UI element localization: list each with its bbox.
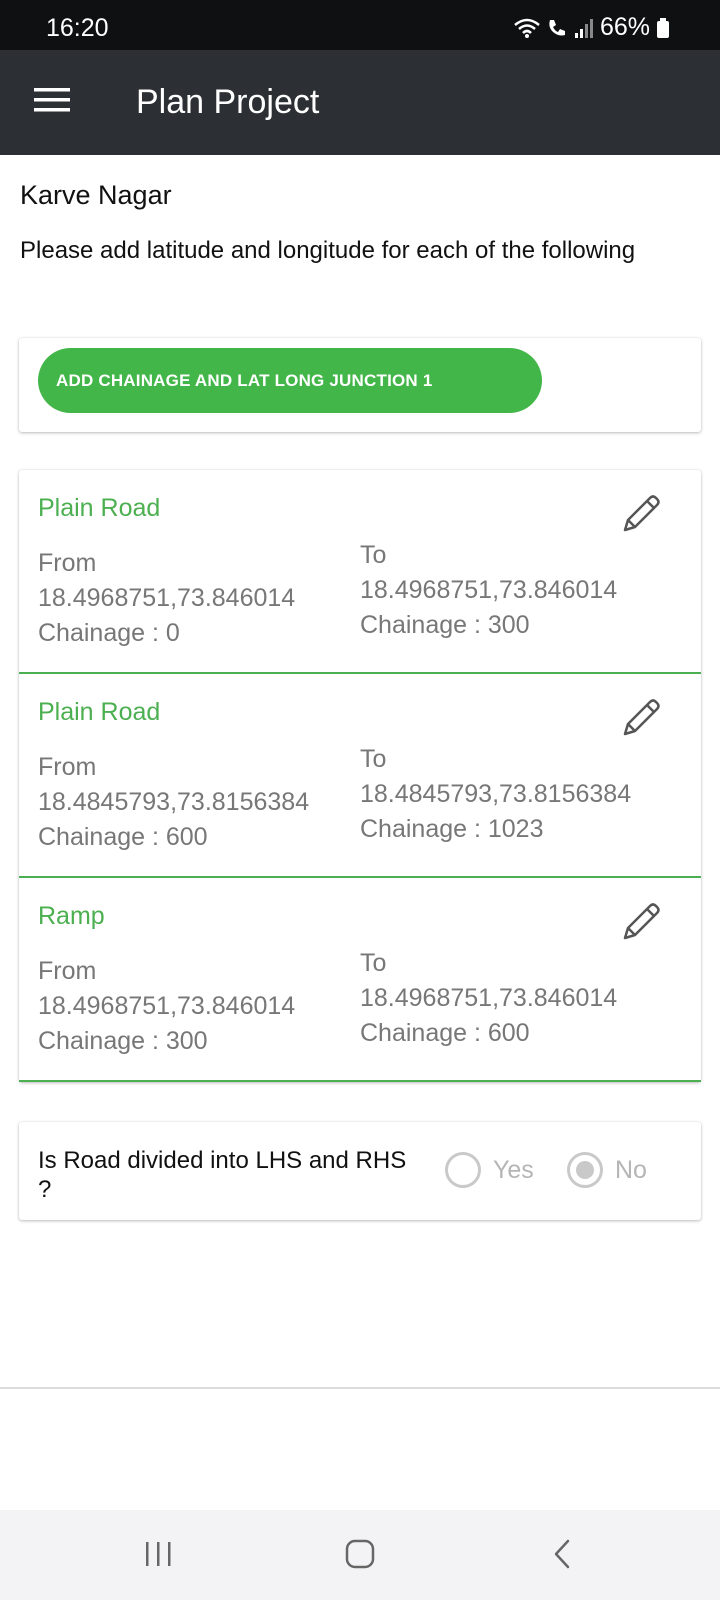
battery-icon xyxy=(656,17,670,39)
radio-no[interactable]: No xyxy=(567,1152,647,1188)
recents-button[interactable] xyxy=(128,1534,188,1578)
from-coordinates: 18.4968751,73.846014 xyxy=(38,992,296,1020)
to-coordinates: 18.4968751,73.846014 xyxy=(360,576,618,604)
segment-item: Plain Road From 18.4968751,73.846014 Cha… xyxy=(19,470,701,674)
radio-yes-circle[interactable] xyxy=(445,1152,481,1188)
segment-to: To 18.4968751,73.846014 Chainage : 600 xyxy=(360,946,680,1051)
segment-item: Ramp From 18.4968751,73.846014 Chainage … xyxy=(19,878,701,1082)
to-label: To xyxy=(360,541,387,569)
signal-icon xyxy=(574,17,594,39)
from-coordinates: 18.4845793,73.8156384 xyxy=(38,788,310,816)
from-label: From xyxy=(38,957,97,985)
system-nav-bar xyxy=(0,1510,720,1600)
wifi-call-icon xyxy=(546,17,568,39)
road-divided-question: Is Road divided into LHS and RHS ? xyxy=(38,1147,407,1203)
segment-type: Ramp xyxy=(38,902,105,930)
status-icons: 66% xyxy=(514,13,670,42)
project-name: Karve Nagar xyxy=(20,180,172,210)
instructions-text: Please add latitude and longitude for ea… xyxy=(20,237,636,264)
segment-from: From 18.4968751,73.846014 Chainage : 300 xyxy=(38,954,358,1059)
segment-to: To 18.4845793,73.8156384 Chainage : 1023 xyxy=(360,742,680,847)
edit-pencil-icon[interactable] xyxy=(619,696,663,740)
home-button[interactable] xyxy=(330,1534,390,1578)
segment-from: From 18.4845793,73.8156384 Chainage : 60… xyxy=(38,750,358,855)
wifi-icon xyxy=(514,17,540,39)
radio-no-circle[interactable] xyxy=(567,1152,603,1188)
from-coordinates: 18.4968751,73.846014 xyxy=(38,584,296,612)
radio-yes[interactable]: Yes xyxy=(445,1152,534,1188)
segment-type: Plain Road xyxy=(38,494,161,522)
from-chainage: Chainage : 0 xyxy=(38,619,180,647)
add-chainage-button[interactable]: ADD CHAINAGE AND LAT LONG JUNCTION 1 xyxy=(38,348,542,413)
segment-type: Plain Road xyxy=(38,698,161,726)
segments-list: Plain Road From 18.4968751,73.846014 Cha… xyxy=(19,470,701,1082)
page-title: Plan Project xyxy=(136,83,320,121)
battery-percent: 66% xyxy=(599,13,650,41)
divider xyxy=(0,1387,720,1389)
hamburger-menu-icon xyxy=(34,87,70,118)
from-chainage: Chainage : 600 xyxy=(38,823,208,851)
from-label: From xyxy=(38,549,97,577)
to-chainage: Chainage : 300 xyxy=(360,611,530,639)
status-bar: 16:20 66% xyxy=(0,0,720,50)
radio-no-label: No xyxy=(615,1155,647,1184)
to-label: To xyxy=(360,745,387,773)
segment-to: To 18.4968751,73.846014 Chainage : 300 xyxy=(360,538,680,643)
road-divided-card: Is Road divided into LHS and RHS ? Yes N… xyxy=(19,1122,701,1220)
to-chainage: Chainage : 600 xyxy=(360,1019,530,1047)
edit-pencil-icon[interactable] xyxy=(619,900,663,944)
from-chainage: Chainage : 300 xyxy=(38,1027,208,1055)
add-junction-card: ADD CHAINAGE AND LAT LONG JUNCTION 1 xyxy=(19,338,701,432)
to-label: To xyxy=(360,949,387,977)
back-icon xyxy=(551,1538,573,1575)
radio-yes-label: Yes xyxy=(493,1155,534,1184)
edit-pencil-icon[interactable] xyxy=(619,492,663,536)
recents-icon xyxy=(143,1540,173,1573)
segment-from: From 18.4968751,73.846014 Chainage : 0 xyxy=(38,546,358,651)
to-chainage: Chainage : 1023 xyxy=(360,815,544,843)
home-icon xyxy=(344,1538,376,1575)
back-button[interactable] xyxy=(532,1534,592,1578)
to-coordinates: 18.4968751,73.846014 xyxy=(360,984,618,1012)
to-coordinates: 18.4845793,73.8156384 xyxy=(360,780,632,808)
status-time: 16:20 xyxy=(46,14,109,42)
menu-button[interactable] xyxy=(26,80,78,124)
from-label: From xyxy=(38,753,97,781)
segment-item: Plain Road From 18.4845793,73.8156384 Ch… xyxy=(19,674,701,878)
app-bar: Plan Project xyxy=(0,50,720,155)
